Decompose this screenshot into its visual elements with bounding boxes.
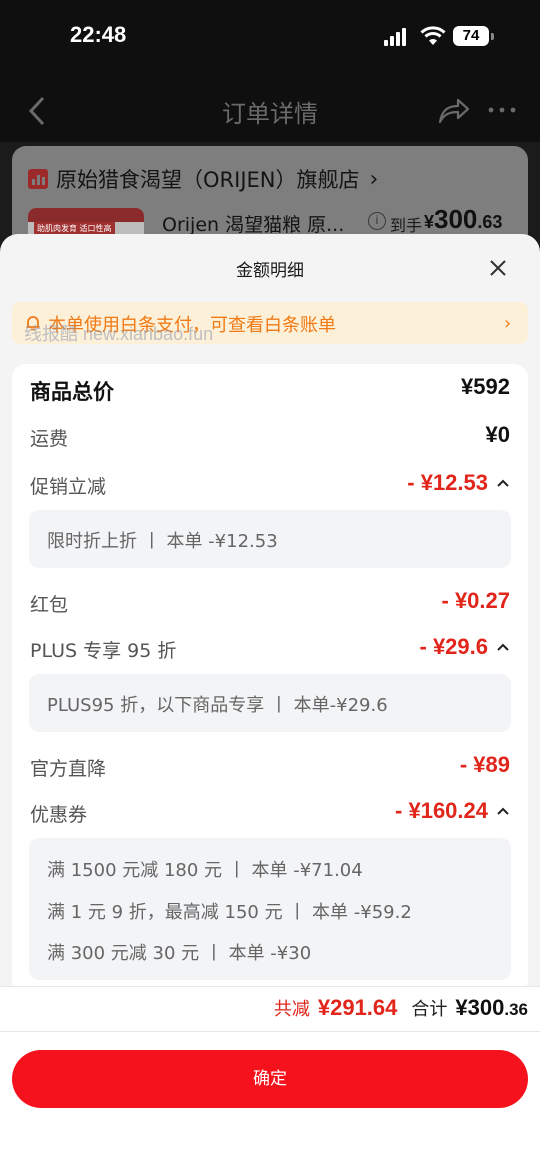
amount-card: 商品总价 ¥592 运费 ¥0 促销立减 - ¥12.53 限时折上折 丨 本单… (12, 364, 528, 994)
final-price-int: 300 (434, 204, 478, 234)
battery-tip (491, 33, 494, 40)
row-value: - ¥12.53 (407, 470, 488, 495)
battery-icon: 74 (453, 26, 489, 46)
final-price-currency: ¥ (424, 212, 435, 232)
notice-text: 本单使用白条支付，可查看白条账单 (48, 315, 336, 336)
row-value: - ¥89 (459, 752, 510, 777)
row-label: 优惠券 (30, 804, 88, 826)
status-time: 22:48 (70, 22, 127, 47)
more-options-icon[interactable] (488, 106, 516, 114)
share-icon[interactable] (438, 96, 470, 124)
detail-line: PLUS95 折，以下商品专享 丨 本单-¥29.6 (47, 695, 388, 716)
sheet-title: 金额明细 (236, 261, 304, 281)
amount-detail-sheet: 金额明细 本单使用白条支付，可查看白条账单 › 线报酷 new.xianbao.… (0, 234, 540, 1170)
nav-bar: 订单详情 (0, 88, 540, 132)
row-plus[interactable]: PLUS 专享 95 折 - ¥29.6 (30, 632, 510, 664)
detail-line: 限时折上折 丨 本单 -¥12.53 (47, 531, 278, 552)
final-price: ¥300.63 (424, 204, 502, 235)
row-label: 商品总价 (30, 380, 114, 404)
close-icon[interactable] (488, 258, 508, 278)
chevron-right-icon: › (369, 166, 379, 192)
row-shipping: 运费 ¥0 (30, 420, 510, 452)
row-label: PLUS 专享 95 折 (30, 640, 177, 662)
bell-icon (26, 316, 40, 331)
row-label: 红包 (30, 594, 69, 616)
final-price-dec: .63 (477, 212, 503, 232)
total-label: 合计 (411, 999, 448, 1020)
row-label: 促销立减 (30, 476, 107, 498)
wifi-icon (420, 26, 446, 45)
coupon-detail-box: 满 1500 元减 180 元 丨 本单 -¥71.04 满 1 元 9 折，最… (29, 838, 511, 980)
discount-value: ¥291.64 (317, 995, 398, 1020)
cellular-signal-icon (384, 28, 408, 46)
summary-bar: 共减 ¥291.64 合计 ¥300.36 (0, 986, 540, 1032)
chevron-up-icon[interactable] (496, 806, 510, 816)
row-promo[interactable]: 促销立减 - ¥12.53 (30, 468, 510, 500)
row-official: 官方直降 - ¥89 (30, 750, 510, 782)
total-currency: ¥ (455, 995, 468, 1020)
chevron-up-icon[interactable] (496, 478, 510, 488)
store-name: 原始猎食渴望（ORIJEN）旗舰店 (56, 168, 360, 192)
promo-detail-box: 限时折上折 丨 本单 -¥12.53 (29, 510, 511, 568)
discount-label: 共减 (273, 999, 310, 1020)
final-price-label: 到手 (390, 216, 423, 235)
row-total: 商品总价 ¥592 (30, 372, 510, 404)
page-header-area: 22:48 74 订单详情 (0, 0, 540, 142)
total-int: 300 (467, 995, 505, 1020)
detail-line: 满 300 元减 30 元 丨 本单 -¥30 (47, 943, 312, 964)
chevron-up-icon[interactable] (496, 642, 510, 652)
detail-line: 满 1500 元减 180 元 丨 本单 -¥71.04 (47, 860, 363, 881)
row-label: 官方直降 (30, 758, 107, 780)
total-value: ¥300.36 (455, 995, 528, 1021)
plus-detail-box: PLUS95 折，以下商品专享 丨 本单-¥29.6 (29, 674, 511, 732)
row-value: - ¥0.27 (441, 588, 511, 613)
info-icon[interactable]: i (368, 212, 386, 230)
detail-line: 满 1 元 9 折，最高减 150 元 丨 本单 -¥59.2 (47, 902, 412, 923)
row-redpacket: 红包 - ¥0.27 (30, 586, 510, 618)
product-name[interactable]: Orijen 渴望猫粮 原... (162, 210, 344, 237)
row-coupon[interactable]: 优惠券 - ¥160.24 (30, 796, 510, 828)
row-value: - ¥160.24 (395, 798, 488, 823)
total-dec: .36 (504, 1000, 528, 1019)
status-bar: 22:48 74 (0, 22, 540, 52)
row-value: - ¥29.6 (419, 634, 489, 659)
row-label: 运费 (30, 428, 69, 450)
confirm-button[interactable]: 确定 (12, 1050, 528, 1108)
row-value: ¥592 (461, 374, 510, 399)
store-row[interactable]: 原始猎食渴望（ORIJEN）旗舰店 › (28, 164, 378, 194)
store-icon (28, 169, 48, 189)
baitiao-notice[interactable]: 本单使用白条支付，可查看白条账单 › (12, 302, 528, 344)
row-value: ¥0 (485, 422, 510, 447)
chevron-right-icon: › (504, 313, 512, 334)
footer: 确定 (0, 1032, 540, 1170)
